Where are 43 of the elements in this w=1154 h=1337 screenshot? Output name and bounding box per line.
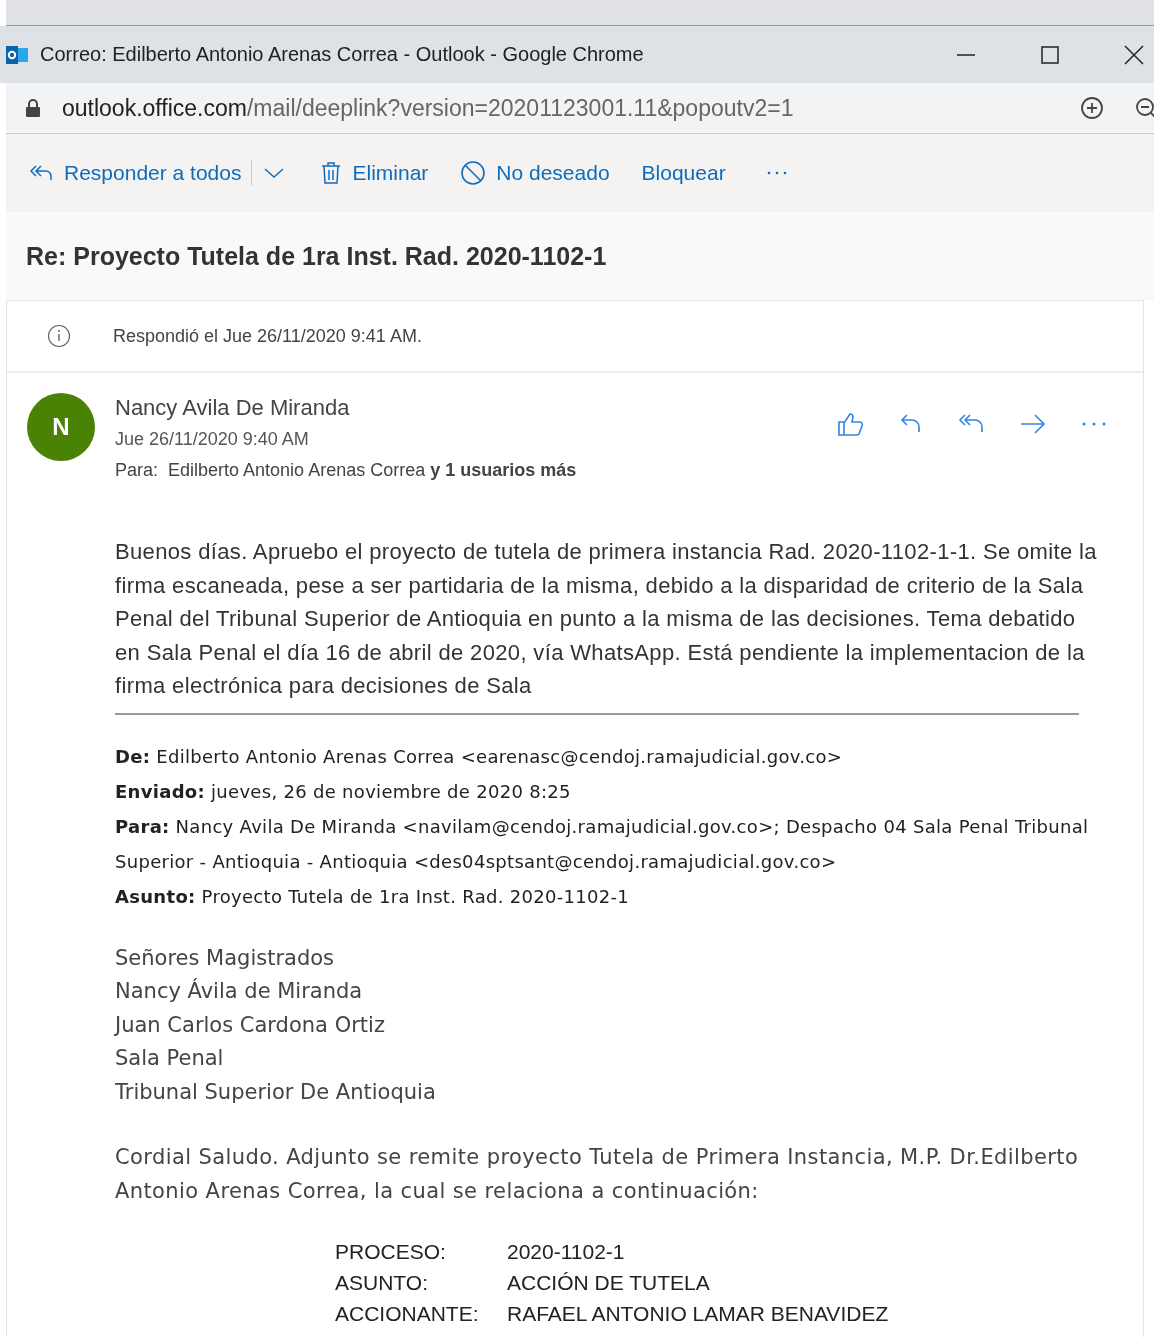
toolbar-button[interactable]: Responder a todos <box>28 161 242 185</box>
maximize-icon[interactable] <box>1040 44 1060 65</box>
outlook-logo-icon <box>6 45 28 64</box>
addressee-line: Sala Penal <box>115 1045 225 1072</box>
prohibited-icon[interactable] <box>460 160 487 186</box>
zoom-icon[interactable] <box>1134 96 1154 120</box>
header-field: De: Edilberto Antonio Arenas Correa <earenasc@cendoj.ramajudicial.gov.co> <box>115 738 1103 774</box>
detail-value: RAFAEL ANTONIO LAMAR BENAVIDEZ <box>507 1301 890 1327</box>
caret-icon[interactable] <box>264 167 285 179</box>
reply-notice: Respondió el Jue 26/11/2020 9:41 AM. <box>113 325 422 347</box>
toolbar-button[interactable]: Eliminar <box>320 161 429 185</box>
addressee-line: Nancy Ávila de Miranda <box>115 977 364 1005</box>
avatar: N <box>27 393 95 461</box>
header-field: Para: Nancy Avila De Miranda <navilam@cendoj.ramajudicial.gov.co>; Despacho 04 Sala Penal Tribunal Superior - Antioquia - Antioquia <des04sptsant@cendoj.ramajudicial.gov.co> <box>115 808 1103 879</box>
detail-value: 2020-1102-1 <box>507 1239 626 1265</box>
detail-label: ACCIONANTE: <box>335 1301 480 1327</box>
email-subject: Re: Proyecto Tutela de 1ra Inst. Rad. 2020-1102-1 <box>6 212 1154 300</box>
window-title: Correo: Edilberto Antonio Arenas Correa - Outlook - Google Chrome <box>40 43 645 66</box>
recipients: Para: Edilberto Antonio Arenas Correa y 1 usuarios más <box>115 459 578 482</box>
lock-icon <box>26 99 40 117</box>
header-field: Asunto: Proyecto Tutela de 1ra Inst. Rad. 2020-1102-1 <box>115 878 1103 914</box>
detail-label: PROCESO: <box>335 1239 447 1265</box>
header-field: Enviado: jueves, 26 de noviembre de 2020 8:25 <box>115 773 1103 809</box>
addressee-line: Señores Magistrados <box>115 944 336 972</box>
close-icon[interactable] <box>1124 44 1144 65</box>
like-icon[interactable] <box>837 411 865 437</box>
addressee-line: Tribunal Superior De Antioquia <box>115 1078 437 1106</box>
toolbar-button[interactable]: No deseado <box>460 160 610 186</box>
detail-label: ASUNTO: <box>335 1270 429 1296</box>
more-icon[interactable] <box>765 170 788 176</box>
url-text[interactable]: outlook.office.com/mail/deeplink?version=20201123001.11&popoutv2=1 <box>62 94 1058 122</box>
info-icon <box>47 324 71 348</box>
sender-name[interactable]: Nancy Avila De Miranda <box>115 393 837 423</box>
add-icon[interactable] <box>1080 96 1104 120</box>
forward-icon[interactable] <box>1019 413 1047 435</box>
detail-value: ACCIÓN DE TUTELA <box>507 1270 711 1296</box>
trash-icon[interactable] <box>320 161 343 185</box>
addressee-line: Juan Carlos Cardona Ortiz <box>115 1011 386 1039</box>
toolbar-button[interactable]: Bloquear <box>641 161 726 185</box>
greeting-paragraph: Cordial Saludo. Adjunto se remite proyecto Tutela de Primera Instancia, M.P. Dr.Edilberto Antonio Arenas Correa, la cual se relaciona a continuación: <box>115 1144 1080 1205</box>
more-icon[interactable] <box>1081 421 1107 427</box>
message-body: Buenos días. Apruebo el proyecto de tutela de primera instancia Rad. 2020-1102-1-1. Se omite la firma escaneada, pese a ser partidaria de la misma, debido a la disparidad de criterio de la Sala Penal del Tribunal Superior de Antioquia en punto a la misma de las decisiones. Tema debatido en Sala Penal el día 16 de abril de 2020, vía WhatsApp. Está pendiente la implementacion de la firma electrónica para decisiones de Sala <box>115 538 1098 700</box>
message-date: Jue 26/11/2020 9:40 AM <box>115 428 310 451</box>
